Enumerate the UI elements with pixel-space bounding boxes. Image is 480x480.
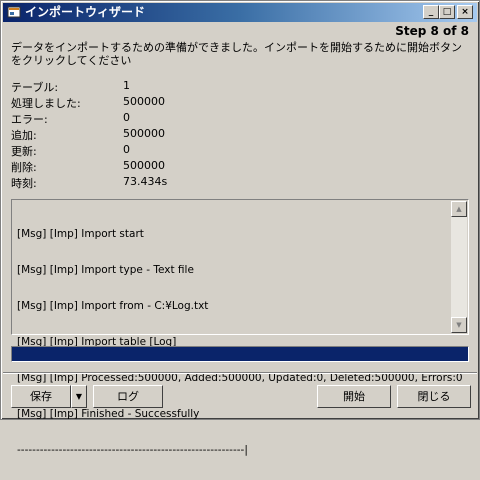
log-line: [Msg] [Imp] Import type - Text file: [17, 264, 194, 276]
stat-updated-value: 0: [123, 143, 130, 156]
log-line: ----------------------------------------…: [17, 444, 248, 456]
close-window-button[interactable]: ×: [457, 5, 473, 19]
stat-processed-value: 500000: [123, 95, 165, 108]
scroll-up-icon[interactable]: ▲: [451, 201, 467, 217]
progress-bar: [11, 346, 469, 362]
stat-time-label: 時刻:: [11, 177, 37, 190]
stat-deleted-label: 削除:: [11, 161, 37, 174]
start-button[interactable]: 開始: [317, 385, 391, 408]
title-bar[interactable]: インポートウィザード _ □ ×: [3, 3, 477, 22]
window-title: インポートウィザード: [25, 5, 146, 19]
scroll-down-icon[interactable]: ▼: [451, 317, 467, 333]
import-wizard-window: インポートウィザード _ □ × Step 8 of 8 データをインポートする…: [0, 0, 480, 456]
log-scrollbar[interactable]: ▲ ▼: [451, 201, 467, 333]
progress-fill: [12, 347, 468, 361]
stat-deleted-value: 500000: [123, 159, 165, 172]
log-line: [Msg] [Imp] Finished - Successfully: [17, 408, 200, 420]
save-dropdown-arrow-icon[interactable]: ▼: [71, 385, 87, 408]
stat-added-value: 500000: [123, 127, 165, 140]
log-lines: [Msg] [Imp] Import start [Msg] [Imp] Imp…: [17, 204, 463, 480]
stat-errors-value: 0: [123, 111, 130, 124]
stat-updated-label: 更新:: [11, 145, 37, 158]
minimize-button[interactable]: _: [423, 5, 439, 19]
divider: [3, 372, 477, 374]
maximize-button[interactable]: □: [439, 5, 455, 19]
log-line: [Msg] [Imp] Import from - C:¥Log.txt: [17, 300, 209, 312]
close-button[interactable]: 閉じる: [397, 385, 471, 408]
stat-tables-value: 1: [123, 79, 130, 92]
instruction-text: データをインポートするための準備ができました。インポートを開始するために開始ボタ…: [11, 41, 462, 67]
stat-added-label: 追加:: [11, 129, 37, 142]
log-textbox[interactable]: [Msg] [Imp] Import start [Msg] [Imp] Imp…: [11, 199, 469, 456]
stat-tables-label: テーブル:: [11, 81, 59, 94]
save-button[interactable]: 保存: [11, 385, 71, 408]
step-indicator: Step 8 of 8: [395, 24, 469, 38]
stat-time-value: 73.434s: [123, 175, 168, 188]
log-line: [Msg] [Imp] Import start: [17, 228, 144, 240]
stat-errors-label: エラー:: [11, 113, 48, 126]
app-icon: [7, 6, 21, 18]
log-button[interactable]: ログ: [93, 385, 163, 408]
stat-processed-label: 処理しました:: [11, 97, 81, 110]
